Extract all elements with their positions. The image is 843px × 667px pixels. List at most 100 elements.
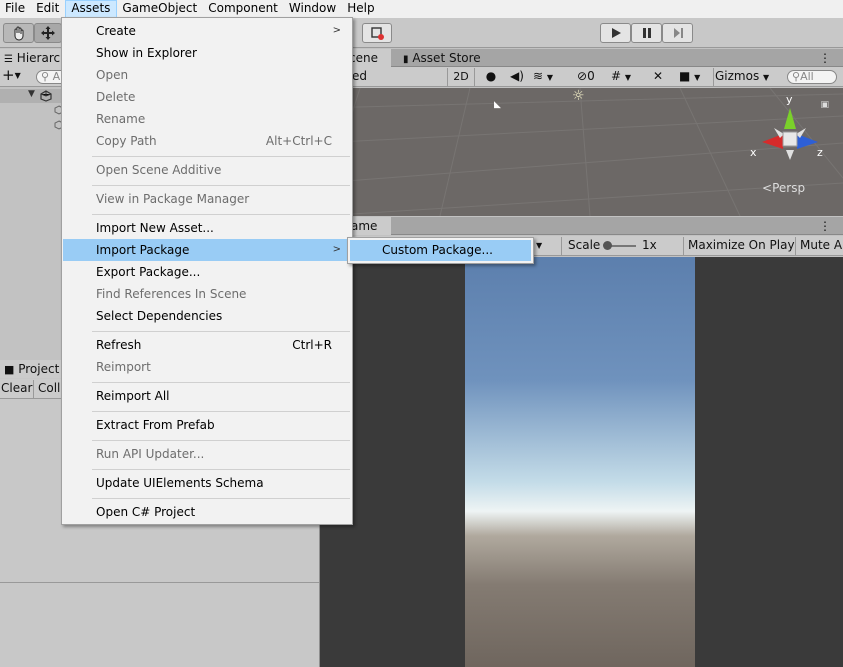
menu-item-open-scene-additive: Open Scene Additive — [63, 159, 351, 181]
scene-search-placeholder: All — [800, 70, 814, 83]
add-button[interactable]: +▼ — [2, 68, 21, 86]
grid-dropdown[interactable]: # ▼ — [611, 68, 645, 86]
import-package-submenu: Custom Package... — [347, 237, 534, 264]
display-dropdown-arrow-icon[interactable]: ▼ — [536, 237, 558, 255]
search-icon: ⚲ — [41, 70, 50, 83]
menu-bar: File Edit Assets GameObject Component Wi… — [0, 0, 843, 18]
menu-file[interactable]: File — [0, 0, 31, 18]
menu-item-label: Open Scene Additive — [96, 163, 222, 177]
menu-help[interactable]: Help — [342, 0, 380, 18]
scale-slider[interactable]: Scale 1x — [561, 237, 683, 255]
effects-dropdown[interactable]: ≋ ▼ — [533, 68, 569, 86]
orientation-gizmo[interactable] — [750, 94, 830, 174]
scale-slider-thumb[interactable] — [603, 241, 612, 250]
speaker-icon: ◀) — [510, 69, 524, 83]
menu-item-reimport-all[interactable]: Reimport All — [63, 385, 351, 407]
menu-item-label: Run API Updater... — [96, 447, 205, 461]
menu-item-label: Import New Asset... — [96, 221, 214, 235]
search-icon: ⚲ — [792, 70, 801, 83]
audio-toggle[interactable]: ◀) — [507, 68, 527, 86]
plus-icon: + — [2, 66, 15, 84]
menu-item-label: Extract From Prefab — [96, 418, 215, 432]
menu-item-refresh[interactable]: Refresh Ctrl+R — [63, 334, 351, 356]
menu-item-label: Show in Explorer — [96, 46, 197, 60]
menu-separator — [92, 440, 350, 441]
pause-button[interactable] — [631, 23, 662, 43]
unity-scene-icon — [40, 90, 52, 102]
menu-item-update-uielements-schema[interactable]: Update UIElements Schema — [63, 472, 351, 494]
dropdown-arrow-icon: ▼ — [546, 73, 554, 82]
menu-item-export-package[interactable]: Export Package... — [63, 261, 351, 283]
menu-item-find-references: Find References In Scene — [63, 283, 351, 305]
assets-menu: Create > Show in Explorer Open Delete Re… — [61, 17, 353, 525]
game-viewport[interactable] — [320, 257, 843, 667]
menu-item-label: Open C# Project — [96, 505, 196, 519]
sun-light-icon[interactable]: ☼ — [572, 88, 585, 104]
menu-item-open: Open — [63, 64, 351, 86]
move-tool-button[interactable] — [34, 23, 62, 43]
step-button[interactable] — [662, 23, 693, 43]
game-render-area — [465, 257, 695, 667]
hand-tool-button[interactable] — [3, 23, 34, 43]
custom-tool-button[interactable] — [362, 23, 392, 43]
scene-search-input[interactable]: ⚲All — [787, 70, 837, 84]
menu-separator — [92, 469, 350, 470]
gizmo-z-label: z — [817, 146, 823, 159]
shading-mode-dropdown[interactable]: ed — [352, 68, 396, 86]
menu-item-label: Copy Path — [96, 134, 157, 148]
folder-icon: ■ — [4, 363, 15, 376]
menu-item-label: Custom Package... — [382, 243, 493, 257]
lighting-toggle[interactable]: ● — [481, 68, 501, 86]
menu-item-custom-package[interactable]: Custom Package... — [350, 240, 531, 261]
menu-window[interactable]: Window — [284, 0, 342, 18]
play-icon — [611, 28, 621, 38]
lightbulb-icon: ● — [485, 69, 497, 83]
grid-icon: # — [611, 69, 622, 83]
asset-store-tab-label: Asset Store — [412, 51, 481, 65]
panel-options-icon[interactable]: ⋮ — [819, 217, 831, 235]
panel-options-icon[interactable]: ⋮ — [819, 49, 831, 67]
menu-item-label: Update UIElements Schema — [96, 476, 264, 490]
menu-item-delete: Delete — [63, 86, 351, 108]
menu-item-create[interactable]: Create > — [63, 20, 351, 42]
tab-asset-store[interactable]: ▮ Asset Store — [399, 49, 499, 67]
camera-dropdown[interactable]: ■ ▼ — [679, 68, 709, 86]
toggle-2d-button[interactable]: 2D — [447, 68, 475, 86]
expand-arrow-icon[interactable]: ▼ — [28, 89, 35, 99]
menu-item-import-new-asset[interactable]: Import New Asset... — [63, 217, 351, 239]
play-button[interactable] — [600, 23, 631, 43]
game-tabbar: ame ⋮ — [321, 217, 843, 235]
gizmos-dropdown[interactable]: Gizmos ▼ — [713, 68, 775, 86]
menu-item-import-package[interactable]: Import Package > — [63, 239, 351, 261]
menu-edit[interactable]: Edit — [31, 0, 65, 18]
submenu-arrow-icon: > — [332, 25, 341, 36]
clear-button[interactable]: Clear — [0, 380, 34, 398]
mute-audio-toggle[interactable]: Mute A — [795, 237, 843, 255]
tab-project[interactable]: ■ Project — [0, 360, 70, 378]
transform-gizmo-icon — [371, 27, 384, 40]
projection-toggle[interactable]: <Persp — [762, 181, 805, 195]
dropdown-arrow-icon: ▼ — [624, 73, 632, 82]
menu-item-shortcut: Ctrl+R — [292, 338, 332, 352]
scene-viewport[interactable]: ◣ ☼ ▣ y x z <Persp — [320, 88, 843, 216]
tools-toggle[interactable]: ✕ — [653, 68, 671, 86]
camera-icon: ■ — [679, 69, 691, 83]
menu-item-reimport: Reimport — [63, 356, 351, 378]
gizmo-x-label: x — [750, 146, 757, 159]
submenu-arrow-icon: > — [332, 244, 341, 255]
camera-gizmo-icon[interactable]: ◣ — [494, 100, 501, 110]
hierarchy-search-placeholder: A — [52, 70, 61, 83]
menu-component[interactable]: Component — [203, 0, 284, 18]
maximize-on-play-toggle[interactable]: Maximize On Play — [683, 237, 795, 255]
menu-item-extract-from-prefab[interactable]: Extract From Prefab — [63, 414, 351, 436]
gizmos-label: Gizmos — [715, 69, 760, 83]
menu-gameobject[interactable]: GameObject — [117, 0, 203, 18]
menu-item-label: Export Package... — [96, 265, 201, 279]
hidden-objects-toggle[interactable]: ⊘0 — [577, 68, 607, 86]
menu-item-select-dependencies[interactable]: Select Dependencies — [63, 305, 351, 327]
menu-item-show-in-explorer[interactable]: Show in Explorer — [63, 42, 351, 64]
menu-item-open-csharp-project[interactable]: Open C# Project — [63, 501, 351, 523]
scene-tabbar: cene ▮ Asset Store ⋮ — [321, 49, 843, 67]
menu-assets[interactable]: Assets — [65, 0, 118, 18]
menu-separator — [92, 331, 350, 332]
